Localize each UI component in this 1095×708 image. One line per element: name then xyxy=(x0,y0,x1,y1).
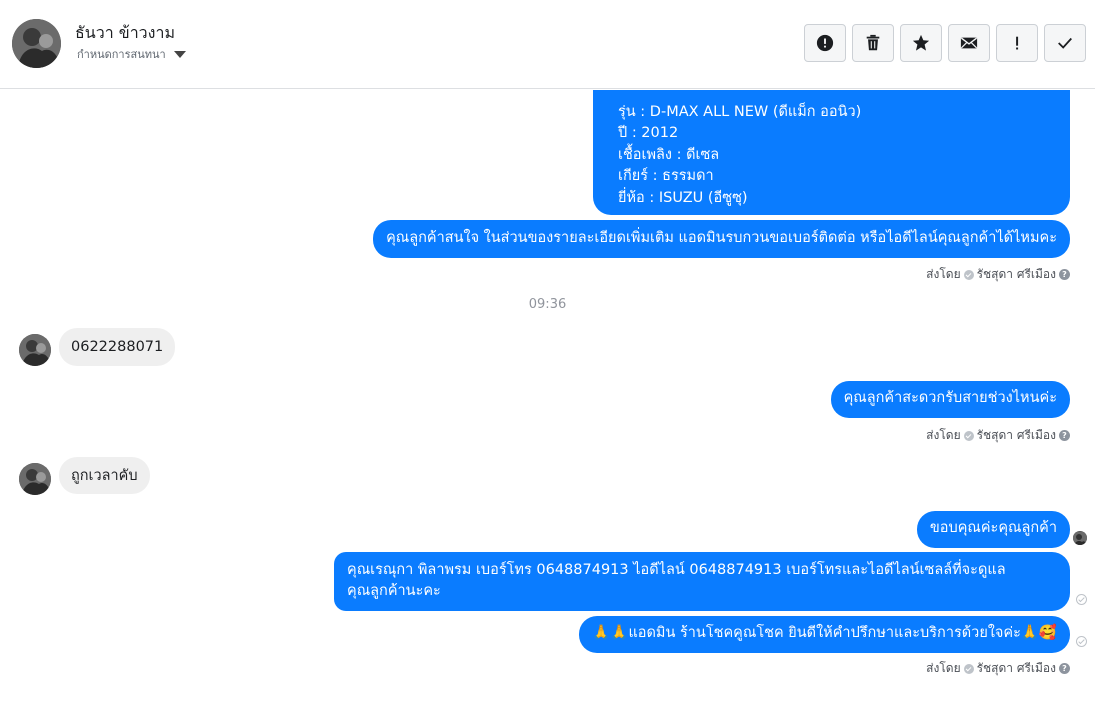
conversation-schedule-dropdown[interactable]: กำหนดการสนทนา xyxy=(77,45,186,63)
sent-by-label: ส่งโดย xyxy=(926,428,961,442)
message-outgoing[interactable]: คุณลูกค้าสะดวกรับสายช่วงไหนค่ะ xyxy=(830,381,1070,418)
seen-avatar xyxy=(1073,531,1087,545)
sender-name[interactable]: รัชสุดา ศรีเมือง xyxy=(977,265,1056,284)
sender-name[interactable]: รัชสุดา ศรีเมือง xyxy=(977,426,1056,445)
sent-by-label: ส่งโดย xyxy=(926,267,961,281)
delivered-icon xyxy=(1076,594,1087,605)
sent-by-info: ส่งโดย รัชสุดา ศรีเมือง ? xyxy=(926,659,1070,678)
message-text: คุณลูกค้าสนใจ ในส่วนของรายละเอียดเพิ่มเต… xyxy=(386,230,1057,246)
alert-circle-icon xyxy=(816,34,834,52)
message-outgoing[interactable]: ขอบคุณค่ะคุณลูกค้า xyxy=(916,511,1070,548)
star-button[interactable] xyxy=(900,24,942,62)
help-icon[interactable]: ? xyxy=(1059,663,1070,674)
vehicle-fuel-line: เชื้อเพลิง : ดีเซล xyxy=(618,146,720,163)
verified-check-icon xyxy=(963,269,974,280)
exclamation-icon xyxy=(1016,36,1019,50)
message-outgoing[interactable]: 🙏🙏แอดมิน ร้านโชคคูณโชค ยินดีให้คำปรึกษาแ… xyxy=(579,616,1070,653)
message-text: ถูกเวลาคับ xyxy=(71,468,138,484)
caret-down-icon xyxy=(173,51,186,58)
contact-avatar-small[interactable] xyxy=(19,463,51,495)
message-text-line: คุณลูกค้านะคะ xyxy=(347,583,441,599)
sent-by-info: ส่งโดย รัชสุดา ศรีเมือง ? xyxy=(926,265,1070,284)
vehicle-gear-line: เกียร์ : ธรรมดา xyxy=(618,168,714,184)
sender-name[interactable]: รัชสุดา ศรีเมือง xyxy=(977,659,1056,678)
envelope-icon xyxy=(960,37,978,49)
vehicle-model-line: รุ่น : D-MAX ALL NEW (ดีแม็ก ออนิว) xyxy=(618,103,862,120)
message-text: 🙏🙏แอดมิน ร้านโชคคูณโชค ยินดีให้คำปรึกษาแ… xyxy=(592,625,1057,641)
mark-spam-button[interactable] xyxy=(804,24,846,62)
contact-name[interactable]: ธันวา ข้าวงาม xyxy=(75,21,175,46)
vehicle-year-line: ปี : 2012 xyxy=(618,125,679,141)
mark-done-button[interactable] xyxy=(1044,24,1086,62)
follow-up-button[interactable] xyxy=(996,24,1038,62)
trash-icon xyxy=(866,34,880,51)
header-toolbar xyxy=(804,24,1086,62)
verified-check-icon xyxy=(963,430,974,441)
delete-button[interactable] xyxy=(852,24,894,62)
message-incoming[interactable]: 0622288071 xyxy=(59,328,176,366)
sent-by-info: ส่งโดย รัชสุดา ศรีเมือง ? xyxy=(926,426,1070,445)
mark-unread-button[interactable] xyxy=(948,24,990,62)
message-outgoing[interactable]: คุณเรณุกา พิลาพรม เบอร์โทร 0648874913 ไอ… xyxy=(334,552,1070,611)
star-icon xyxy=(912,34,930,51)
message-incoming[interactable]: ถูกเวลาคับ xyxy=(59,457,150,494)
message-text: คุณลูกค้าสะดวกรับสายช่วงไหนค่ะ xyxy=(843,390,1057,406)
message-text: 0622288071 xyxy=(71,339,164,355)
message-text: ขอบคุณค่ะคุณลูกค้า xyxy=(929,520,1057,536)
conversation-schedule-label: กำหนดการสนทนา xyxy=(77,48,166,61)
message-text-line: คุณเรณุกา พิลาพรม เบอร์โทร 0648874913 ไอ… xyxy=(347,562,1006,578)
time-divider: 09:36 xyxy=(528,297,567,312)
message-outgoing[interactable]: คุณลูกค้าสนใจ ในส่วนของรายละเอียดเพิ่มเต… xyxy=(373,220,1070,258)
check-icon xyxy=(1058,37,1072,49)
contact-avatar[interactable] xyxy=(12,19,61,68)
verified-check-icon xyxy=(963,663,974,674)
message-thread[interactable]: รุ่น : D-MAX ALL NEW (ดีแม็ก ออนิว) ปี :… xyxy=(0,90,1095,708)
contact-avatar-small[interactable] xyxy=(19,334,51,366)
sent-by-label: ส่งโดย xyxy=(926,661,961,675)
help-icon[interactable]: ? xyxy=(1059,269,1070,280)
delivered-icon xyxy=(1076,636,1087,647)
help-icon[interactable]: ? xyxy=(1059,430,1070,441)
vehicle-brand-line: ยี่ห้อ : ISUZU (อีซูซุ) xyxy=(618,189,748,206)
message-outgoing-vehicle-details[interactable]: รุ่น : D-MAX ALL NEW (ดีแม็ก ออนิว) ปี :… xyxy=(593,90,1070,215)
conversation-header: ธันวา ข้าวงาม กำหนดการสนทนา xyxy=(0,0,1095,89)
